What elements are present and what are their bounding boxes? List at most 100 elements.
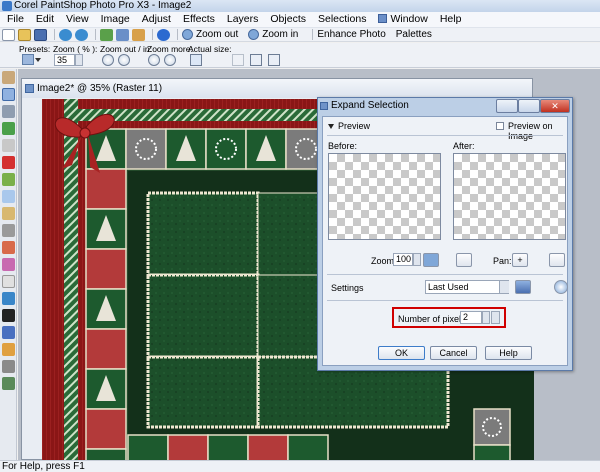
pixels-spinner-icon[interactable] xyxy=(482,311,490,324)
save-preset-icon[interactable] xyxy=(515,280,531,294)
airbrush-icon[interactable] xyxy=(2,258,15,271)
window-icon xyxy=(378,14,388,23)
close-button[interactable]: ✕ xyxy=(540,99,570,113)
zoom-spinner-icon[interactable] xyxy=(413,253,421,266)
settings-select[interactable]: Last Used xyxy=(425,280,509,294)
after-preview[interactable] xyxy=(453,153,566,240)
makeover-tool-icon[interactable] xyxy=(2,173,15,186)
zoom-more-out-icon[interactable] xyxy=(148,54,160,66)
expand-selection-dialog: Expand Selection ✕ Preview Preview on Im… xyxy=(317,97,573,371)
document-icon xyxy=(25,84,34,93)
zoom-fit-icon[interactable] xyxy=(423,253,439,267)
menu-file[interactable]: File xyxy=(1,12,30,27)
zoom-in-small-icon[interactable] xyxy=(118,54,130,66)
standard-toolbar: Zoom out Zoom in Enhance Photo Palettes xyxy=(0,28,600,42)
pixels-input[interactable]: 2 xyxy=(460,311,482,324)
presets-dropdown-icon[interactable] xyxy=(35,58,41,62)
menu-window-label: Window xyxy=(390,13,428,25)
dialog-title: Expand Selection xyxy=(331,100,409,111)
menu-adjust[interactable]: Adjust xyxy=(136,12,177,27)
auto-proof-icon[interactable] xyxy=(549,253,565,267)
menu-effects[interactable]: Effects xyxy=(177,12,221,27)
zoom-in-button[interactable]: Zoom in xyxy=(248,29,298,40)
reset-icon[interactable] xyxy=(554,280,568,294)
pan-icon[interactable]: + xyxy=(512,253,528,267)
palettes-button[interactable]: Palettes xyxy=(396,29,432,40)
rotate-icon[interactable] xyxy=(116,28,129,41)
clone-tool-icon[interactable] xyxy=(2,190,15,203)
enhance-photo-button[interactable]: Enhance Photo xyxy=(317,29,385,40)
maximize-button[interactable] xyxy=(518,99,540,113)
help-button[interactable]: Help xyxy=(485,346,532,360)
zoom-actual-icon[interactable] xyxy=(456,253,472,267)
presets-icon[interactable] xyxy=(22,54,34,65)
crop-icon[interactable] xyxy=(132,28,145,41)
status-bar: For Help, press F1 xyxy=(0,460,600,472)
undo-icon[interactable] xyxy=(59,28,72,41)
zoom-input[interactable]: 100 xyxy=(393,253,413,266)
warp-brush-icon[interactable] xyxy=(2,360,15,373)
info-icon[interactable] xyxy=(157,28,170,41)
open-folder-icon[interactable] xyxy=(18,28,31,41)
paint-brush-icon[interactable] xyxy=(2,241,15,254)
pixels-dropdown-icon[interactable] xyxy=(491,311,500,324)
menu-image[interactable]: Image xyxy=(95,12,136,27)
flip-icon[interactable] xyxy=(100,28,113,41)
redo-icon[interactable] xyxy=(75,28,88,41)
pan-label: Pan: xyxy=(493,256,512,266)
pixels-label: Number of pixels: xyxy=(398,314,469,324)
menu-objects[interactable]: Objects xyxy=(264,12,312,27)
text-tool-icon[interactable] xyxy=(2,309,15,322)
divider xyxy=(327,274,563,275)
save-icon[interactable] xyxy=(34,28,47,41)
preview-on-image-checkbox[interactable] xyxy=(496,122,504,130)
palettes-label: Palettes xyxy=(395,29,432,40)
ok-button[interactable]: OK xyxy=(378,346,425,360)
fit-image-icon[interactable] xyxy=(250,54,262,66)
smudge-tool-icon[interactable] xyxy=(2,224,15,237)
menu-view[interactable]: View xyxy=(60,12,95,27)
tool-options-bar: Presets: Zoom ( % ): 35 Zoom out / in: Z… xyxy=(0,43,600,68)
menu-bar: File Edit View Image Adjust Effects Laye… xyxy=(0,12,600,28)
settings-label: Settings xyxy=(331,283,364,293)
zoom-out-button[interactable]: Zoom out xyxy=(182,29,238,40)
zoom-percent-input[interactable]: 35 xyxy=(54,54,75,66)
pen-tool-icon[interactable] xyxy=(2,343,15,356)
dialog-title-bar[interactable]: Expand Selection ✕ xyxy=(318,98,572,116)
new-file-icon[interactable] xyxy=(2,28,15,41)
toolbar-divider xyxy=(95,29,96,40)
straighten-tool-icon[interactable] xyxy=(2,139,15,152)
actual-size-icon[interactable] xyxy=(190,54,202,66)
pan-tool-icon[interactable] xyxy=(2,71,15,84)
fill-tool-icon[interactable] xyxy=(2,292,15,305)
fit-window-icon[interactable] xyxy=(232,54,244,66)
zoom-out-label: Zoom out xyxy=(196,29,239,40)
settings-dropdown-icon[interactable] xyxy=(499,281,509,293)
zoom-out-small-icon[interactable] xyxy=(102,54,114,66)
menu-layers[interactable]: Layers xyxy=(221,12,265,27)
menu-help[interactable]: Help xyxy=(434,12,468,27)
zoom-more-in-icon[interactable] xyxy=(164,54,176,66)
fit-screen-icon[interactable] xyxy=(268,54,280,66)
crop-tool-icon[interactable] xyxy=(2,122,15,135)
minimize-button[interactable] xyxy=(496,99,518,113)
shape-tool-icon[interactable] xyxy=(2,326,15,339)
zoom-spinner-icon[interactable] xyxy=(75,54,83,66)
mesh-warp-icon[interactable] xyxy=(2,377,15,390)
move-tool-icon[interactable] xyxy=(2,105,15,118)
dodge-tool-icon[interactable] xyxy=(2,207,15,220)
red-eye-tool-icon[interactable] xyxy=(2,156,15,169)
image-window-title-bar[interactable]: Image2* @ 35% (Raster 11) xyxy=(22,79,532,98)
zoom-out-in-label: Zoom out / in: xyxy=(100,44,152,54)
preview-on-image-label: Preview on Image xyxy=(508,121,553,141)
eraser-icon[interactable] xyxy=(2,275,15,288)
menu-window[interactable]: Window xyxy=(372,12,433,27)
preview-collapse-icon[interactable] xyxy=(328,124,334,129)
pick-tool-icon[interactable] xyxy=(2,88,15,101)
menu-selections[interactable]: Selections xyxy=(312,12,372,27)
menu-edit[interactable]: Edit xyxy=(30,12,60,27)
cancel-button[interactable]: Cancel xyxy=(430,346,477,360)
before-preview[interactable] xyxy=(328,153,441,240)
before-label: Before: xyxy=(328,141,358,151)
toolbar-divider xyxy=(54,29,55,40)
